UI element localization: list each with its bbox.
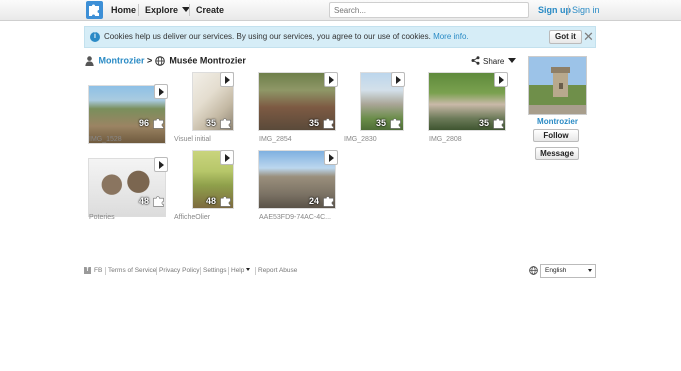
language-select[interactable]: English (540, 264, 596, 278)
puzzle-tile[interactable]: 24 AAE53FD9-74AC-4C... (258, 150, 343, 225)
puzzle-piece-icon (220, 118, 231, 129)
breadcrumb-separator: > (147, 55, 153, 66)
puzzle-piece-icon (390, 118, 401, 129)
puzzle-piece-icon (220, 196, 231, 207)
nav-separator (568, 5, 569, 15)
got-it-button[interactable]: Got it (549, 30, 582, 44)
search-input[interactable] (329, 2, 529, 18)
footer-privacy-link[interactable]: Privacy Policy (159, 267, 199, 274)
top-bar: Home Explore Create Sign up Sign in (0, 0, 681, 21)
play-icon[interactable] (154, 84, 168, 99)
puzzle-piece-icon (323, 118, 334, 129)
cookie-banner: i Cookies help us deliver our services. … (84, 26, 596, 48)
nav-separator (138, 4, 139, 16)
piece-count: 35 (479, 118, 490, 128)
footer-help-label: Help (231, 267, 245, 274)
puzzle-caption: IMG_2808 (429, 136, 462, 143)
footer-separator (105, 267, 106, 275)
close-icon[interactable]: ✕ (583, 28, 594, 46)
piece-count: 96 (139, 118, 150, 128)
puzzle-caption: IMG_2830 (344, 136, 377, 143)
nav-explore[interactable]: Explore (145, 0, 191, 20)
nav-create[interactable]: Create (196, 0, 224, 20)
puzzle-caption: AAE53FD9-74AC-4C... (259, 214, 331, 221)
footer-separator (200, 267, 201, 275)
puzzle-tile[interactable]: 35 Visuel initial (173, 72, 238, 147)
puzzle-piece-icon (323, 196, 334, 207)
puzzle-piece-icon (153, 196, 164, 207)
footer-fb-link[interactable]: FB (94, 267, 102, 274)
signin-link[interactable]: Sign in (572, 0, 600, 20)
share-label: Share (483, 57, 505, 66)
globe-icon (155, 55, 165, 66)
piece-count: 48 (139, 196, 150, 206)
piece-count: 48 (206, 196, 217, 206)
signup-link[interactable]: Sign up (538, 0, 571, 20)
footer-settings-link[interactable]: Settings (203, 267, 227, 274)
breadcrumb: Montrozier > Musée Montrozier (85, 55, 246, 67)
profile-name-link[interactable]: Montrozier (528, 117, 587, 126)
play-icon[interactable] (494, 72, 508, 87)
cookie-message: Cookies help us deliver our services. By… (104, 32, 431, 41)
footer-separator (156, 267, 157, 275)
puzzle-caption: AfficheOlier (174, 214, 211, 221)
play-icon[interactable] (391, 72, 405, 87)
play-icon[interactable] (220, 150, 234, 165)
chevron-down-icon (508, 58, 517, 63)
play-icon[interactable] (324, 150, 338, 165)
facebook-icon[interactable]: f (84, 267, 91, 274)
puzzle-tile[interactable]: 96 IMG_1528 (88, 72, 178, 147)
chevron-down-icon (588, 269, 592, 272)
footer-terms-link[interactable]: Terms of Service (108, 267, 156, 274)
cookie-text: Cookies help us deliver our services. By… (104, 32, 469, 41)
puzzle-piece-icon (153, 118, 164, 129)
puzzle-tile[interactable]: 35 IMG_2808 (428, 72, 513, 147)
nav-separator (189, 4, 190, 16)
share-icon (471, 56, 480, 65)
puzzle-tile[interactable]: 48 AfficheOlier (173, 150, 238, 225)
avatar[interactable] (528, 56, 587, 115)
puzzle-piece-icon (493, 118, 504, 129)
puzzle-tile[interactable]: 35 IMG_2830 (343, 72, 408, 147)
puzzle-tile[interactable]: 48 Poteries (88, 150, 173, 225)
footer-report-link[interactable]: Report Abuse (258, 267, 297, 274)
piece-count: 24 (309, 196, 320, 206)
puzzle-caption: IMG_1528 (89, 136, 122, 143)
info-icon: i (90, 32, 100, 42)
jigsaw-logo-icon[interactable] (86, 1, 103, 19)
nav-home[interactable]: Home (111, 0, 136, 20)
piece-count: 35 (206, 118, 217, 128)
more-info-link[interactable]: More info. (433, 32, 469, 41)
globe-icon (529, 266, 538, 275)
follow-button[interactable]: Follow (533, 129, 579, 142)
puzzle-caption: IMG_2854 (259, 136, 292, 143)
footer-separator (228, 267, 229, 275)
play-icon[interactable] (220, 72, 234, 87)
language-selected: English (545, 267, 567, 274)
message-button[interactable]: Message (535, 147, 579, 160)
footer-help-link[interactable]: Help (231, 267, 251, 274)
piece-count: 35 (376, 118, 387, 128)
play-icon[interactable] (154, 157, 168, 172)
user-icon (85, 55, 94, 66)
share-button[interactable]: Share (471, 56, 517, 66)
avatar-image (529, 57, 586, 114)
puzzle-tile[interactable]: 35 IMG_2854 (258, 72, 343, 147)
page-title: Musée Montrozier (169, 55, 246, 66)
puzzle-caption: Poteries (89, 214, 115, 221)
nav-explore-label: Explore (145, 5, 179, 15)
breadcrumb-owner-link[interactable]: Montrozier (99, 56, 145, 66)
piece-count: 35 (309, 118, 320, 128)
chevron-down-icon (246, 268, 251, 271)
puzzle-caption: Visuel initial (174, 136, 211, 143)
footer-separator (255, 267, 256, 275)
play-icon[interactable] (324, 72, 338, 87)
